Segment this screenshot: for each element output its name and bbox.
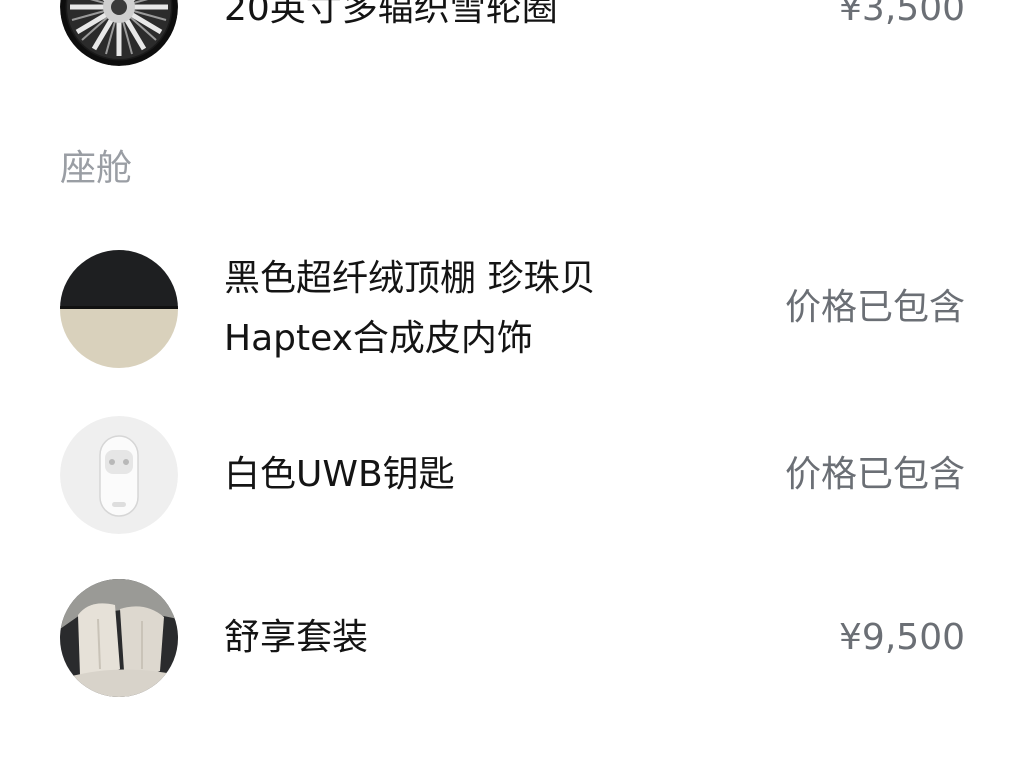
option-name-uwb-key: 白色UWB钥匙 <box>224 454 455 495</box>
option-name-interior-line2: Haptex合成皮内饰 <box>224 318 533 359</box>
option-row-comfort-package[interactable]: 舒享套装 ¥9,500 <box>0 579 1024 697</box>
seat-icon <box>60 579 178 697</box>
option-row-uwb-key[interactable]: 白色UWB钥匙 价格已包含 <box>0 416 1024 534</box>
option-price-comfort-package: ¥9,500 <box>839 617 965 658</box>
option-price-uwb-key: 价格已包含 <box>784 454 965 495</box>
uwb-key-icon <box>60 416 178 534</box>
option-row-interior[interactable]: 黑色超纤绒顶棚 珍珠贝 Haptex合成皮内饰 价格已包含 <box>0 250 1024 368</box>
interior-swatch-icon <box>60 250 178 368</box>
option-row-wheel[interactable]: 20英寸多辐织雪轮圈 ¥3,500 <box>0 0 1024 70</box>
option-price-wheel: ¥3,500 <box>839 0 965 29</box>
wheel-rim-icon <box>60 0 178 66</box>
option-name-wheel: 20英寸多辐织雪轮圈 <box>224 0 558 29</box>
option-price-interior: 价格已包含 <box>784 287 965 328</box>
section-title-cabin: 座舱 <box>60 148 133 189</box>
option-summary-page: 20英寸多辐织雪轮圈 ¥3,500 座舱 黑色超纤绒顶棚 珍珠贝 Haptex合… <box>0 0 1024 768</box>
option-name-interior-line1: 黑色超纤绒顶棚 珍珠贝 <box>224 258 596 299</box>
option-name-comfort-package: 舒享套装 <box>224 617 369 658</box>
